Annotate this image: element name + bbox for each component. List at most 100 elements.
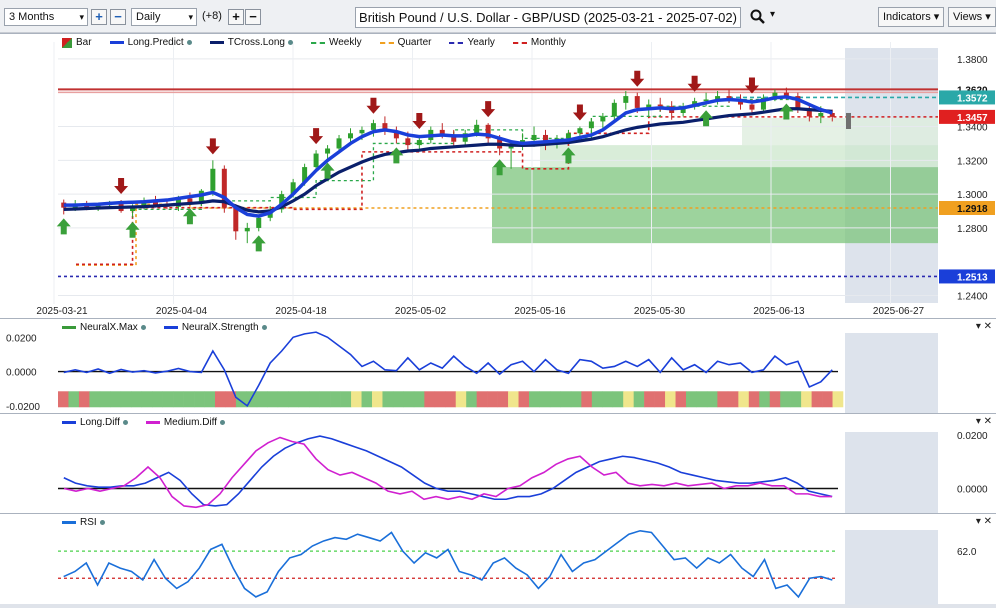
x-tick-label: 2025-05-30 <box>634 306 686 317</box>
search-icon[interactable] <box>750 9 766 25</box>
candle-body <box>749 104 755 110</box>
legend-dot-icon <box>287 40 293 45</box>
panel-controls[interactable]: ▾ ✕ <box>976 516 992 527</box>
interval-select[interactable]: Daily ▾ <box>131 8 197 26</box>
legend-item[interactable]: Monthly <box>512 37 566 48</box>
legend-swatch <box>209 41 224 44</box>
price-label: 1.2513 <box>957 272 988 283</box>
y-tick-label: 0.0200 <box>957 431 988 442</box>
legend-item[interactable]: Long.Predict <box>109 37 192 48</box>
heat-block <box>152 391 163 408</box>
legend-item[interactable]: Yearly <box>449 37 495 48</box>
heat-block <box>759 391 771 408</box>
candle-body <box>623 96 629 103</box>
offset-plus-button[interactable]: + <box>228 9 244 25</box>
heat-block <box>424 391 436 408</box>
legend-item[interactable]: TCross.Long <box>209 37 293 48</box>
candle-body <box>565 133 571 139</box>
heat-block <box>78 391 90 408</box>
diff-chart[interactable]: 0.0200 0.0000 <box>0 414 996 514</box>
heat-block <box>120 391 132 408</box>
zoom-out-button[interactable]: − <box>110 9 126 25</box>
heat-block <box>696 391 708 408</box>
views-menu[interactable]: Views ▾ <box>948 7 996 27</box>
offset-minus-button[interactable]: − <box>245 9 261 25</box>
legend-item[interactable]: NeuralX.Strength <box>163 322 267 333</box>
legend-item[interactable]: Long.Diff <box>62 417 128 428</box>
heat-block <box>518 391 530 408</box>
neural-legend: NeuralX.Max NeuralX.Strength <box>62 322 281 333</box>
candle-body <box>336 138 342 149</box>
x-tick-label: 2025-04-04 <box>156 306 208 317</box>
neural-chart[interactable]: 0.0200 0.0000 -0.0200 <box>0 319 996 414</box>
panel-controls[interactable]: ▾ ✕ <box>976 321 992 332</box>
heat-block <box>591 391 603 408</box>
heat-block <box>644 391 655 408</box>
heat-block <box>748 391 760 408</box>
heat-block <box>68 391 80 408</box>
legend-swatch <box>310 41 325 44</box>
legend-item[interactable]: Bar <box>62 37 92 48</box>
legend-dot-icon <box>220 420 226 425</box>
y-tick-label: 1.3800 <box>957 55 988 66</box>
heat-block <box>476 391 488 408</box>
indicators-menu[interactable]: Indicators ▾ <box>878 7 945 27</box>
heat-block <box>319 391 331 408</box>
zoom-in-button[interactable]: + <box>91 9 107 25</box>
heat-block <box>612 391 624 408</box>
price-chart[interactable]: 1.38001.34001.32001.30001.28001.24001.36… <box>0 34 996 319</box>
heat-block <box>141 391 153 408</box>
candle-body <box>611 102 617 117</box>
legend-item[interactable]: Medium.Diff <box>145 417 226 428</box>
rsi-chart[interactable]: 62.0 <box>0 514 996 605</box>
down-arrow-icon <box>309 128 324 145</box>
heat-block <box>508 391 519 408</box>
legend-swatch <box>109 41 124 44</box>
legend-label: RSI <box>80 517 97 528</box>
legend-label: Long.Predict <box>127 37 184 48</box>
legend-swatch <box>62 521 76 524</box>
heat-block <box>277 391 289 408</box>
indicators-label: Indicators <box>883 11 931 23</box>
toolbar: 3 Months ▾ + − Daily ▾ (+8) + − British … <box>0 0 996 33</box>
legend-item[interactable]: NeuralX.Max <box>62 322 146 333</box>
y-tick-label: 62.0 <box>957 547 977 558</box>
candle-body <box>657 104 663 107</box>
chevron-down-icon: ▾ <box>985 11 991 23</box>
candle-body <box>233 207 239 232</box>
heat-block <box>602 391 614 408</box>
heat-block <box>382 391 394 408</box>
heat-block <box>194 391 205 408</box>
down-arrow-icon <box>744 77 759 94</box>
legend-item[interactable]: RSI <box>62 517 105 528</box>
heat-block <box>811 391 823 408</box>
panel-controls[interactable]: ▾ ✕ <box>976 416 992 427</box>
legend-dot-icon <box>261 325 267 330</box>
legend-item[interactable]: Weekly <box>310 37 362 48</box>
range-value: 3 Months <box>9 11 55 23</box>
y-tick-label: 1.3000 <box>957 190 988 201</box>
legend-item[interactable]: Quarter <box>379 37 431 48</box>
heat-block <box>686 391 697 408</box>
heat-block <box>790 391 802 408</box>
candle-body <box>531 134 537 141</box>
interval-value: Daily <box>136 11 161 23</box>
offset-label: (+8) <box>202 10 222 22</box>
range-select[interactable]: 3 Months ▾ <box>4 8 88 26</box>
heat-block <box>665 391 676 408</box>
y-tick-label: 0.0000 <box>957 485 988 496</box>
legend-label: Long.Diff <box>80 417 120 428</box>
heat-block <box>654 391 666 408</box>
legend-dot-icon <box>99 520 105 525</box>
heat-block <box>267 391 279 408</box>
symbol-title[interactable]: British Pound / U.S. Dollar - GBP/USD (2… <box>355 7 741 28</box>
legend-swatch <box>512 41 527 44</box>
candle-body <box>416 140 422 146</box>
search-dropdown-icon[interactable]: ▾ <box>770 9 775 20</box>
y-tick-label: 1.3400 <box>957 123 988 134</box>
heat-block <box>110 391 122 408</box>
legend-label: TCross.Long <box>227 37 285 48</box>
chevron-down-icon: ▾ <box>79 12 84 22</box>
diff-legend: Long.Diff Medium.Diff <box>62 417 239 428</box>
heat-block <box>539 391 551 408</box>
